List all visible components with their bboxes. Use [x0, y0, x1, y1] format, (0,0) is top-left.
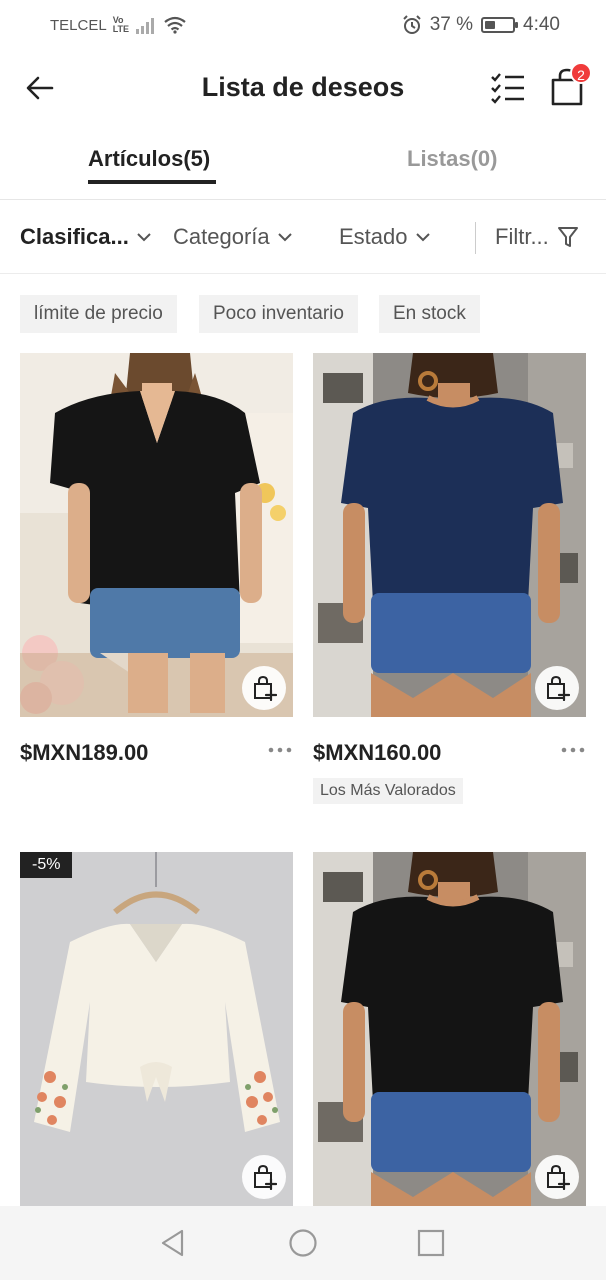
- discount-badge: -5%: [20, 852, 73, 878]
- state-label: Estado: [339, 224, 408, 249]
- black-vneck-blouse-photo: [20, 353, 293, 717]
- white-floral-sleeve-blouse-photo: [20, 852, 293, 1206]
- chip-in-stock[interactable]: En stock: [379, 295, 480, 333]
- chevron-down-icon: [137, 232, 151, 241]
- active-tab-indicator: [88, 180, 216, 184]
- product-image[interactable]: [20, 353, 293, 717]
- system-nav-bar: [0, 1206, 606, 1280]
- navy-puff-sleeve-top-photo: [313, 353, 586, 717]
- sort-dropdown[interactable]: Clasifica...: [20, 224, 151, 250]
- filter-label: Filtr...: [495, 224, 549, 249]
- clock: 4:40: [523, 14, 560, 35]
- tab-articulos[interactable]: Artículos(5): [88, 146, 210, 172]
- tab-listas[interactable]: Listas(0): [407, 146, 497, 172]
- filter-button[interactable]: Filtr...: [495, 224, 579, 250]
- cart-count-badge: 2: [570, 62, 592, 84]
- chevron-down-icon: [277, 232, 292, 241]
- add-to-cart-icon: [547, 1164, 570, 1190]
- product-price: $MXN160.00: [313, 740, 442, 765]
- wifi-icon: [164, 16, 186, 34]
- more-options-icon[interactable]: [267, 743, 293, 757]
- chip-price-limit[interactable]: límite de precio: [20, 295, 177, 333]
- add-to-cart-icon: [254, 1164, 277, 1190]
- funnel-icon: [557, 227, 578, 247]
- nav-recents-icon[interactable]: [416, 1228, 446, 1258]
- product-card[interactable]: [313, 852, 586, 1206]
- category-label: Categoría: [173, 224, 270, 249]
- product-image[interactable]: [313, 353, 586, 717]
- alarm-icon: [402, 15, 421, 34]
- black-puff-sleeve-top-photo: [313, 852, 586, 1206]
- add-to-cart-button[interactable]: [242, 1155, 286, 1199]
- battery-percent: 37 %: [429, 14, 474, 35]
- carrier-label: TELCEL: [50, 16, 107, 34]
- checklist-icon[interactable]: [488, 70, 528, 106]
- battery-icon: [481, 17, 519, 33]
- signal-icon: [136, 18, 155, 34]
- status-bar: TELCEL Vo LTE 37 % 4:40: [0, 0, 606, 52]
- add-to-cart-button[interactable]: [535, 1155, 579, 1199]
- product-price: $MXN189.00: [20, 740, 149, 765]
- add-to-cart-button[interactable]: [535, 666, 579, 710]
- more-options-icon[interactable]: [560, 743, 586, 757]
- chevron-down-icon: [415, 232, 430, 241]
- chip-low-stock[interactable]: Poco inventario: [199, 295, 358, 333]
- divider: [475, 222, 476, 254]
- category-dropdown[interactable]: Categoría: [173, 224, 292, 250]
- wishlist-tabs: Artículos(5) Listas(0): [0, 132, 606, 200]
- product-card[interactable]: $MXN160.00 Los Más Valorados: [313, 353, 586, 813]
- add-to-cart-icon: [547, 675, 570, 701]
- lte-label: LTE: [112, 24, 130, 34]
- sort-label: Clasifica...: [20, 224, 129, 249]
- app-header: Lista de deseos 2: [0, 52, 606, 126]
- filter-bar: Clasifica... Categoría Estado Filtr...: [0, 200, 606, 274]
- nav-home-icon[interactable]: [288, 1228, 318, 1258]
- add-to-cart-button[interactable]: [242, 666, 286, 710]
- add-to-cart-icon: [254, 675, 277, 701]
- top-rated-tag: Los Más Valorados: [313, 778, 463, 804]
- product-card[interactable]: $MXN189.00: [20, 353, 293, 813]
- product-card[interactable]: -5%: [20, 852, 293, 1206]
- nav-back-icon[interactable]: [158, 1228, 188, 1258]
- product-image[interactable]: -5%: [20, 852, 293, 1206]
- product-image[interactable]: [313, 852, 586, 1206]
- state-dropdown[interactable]: Estado: [339, 224, 430, 250]
